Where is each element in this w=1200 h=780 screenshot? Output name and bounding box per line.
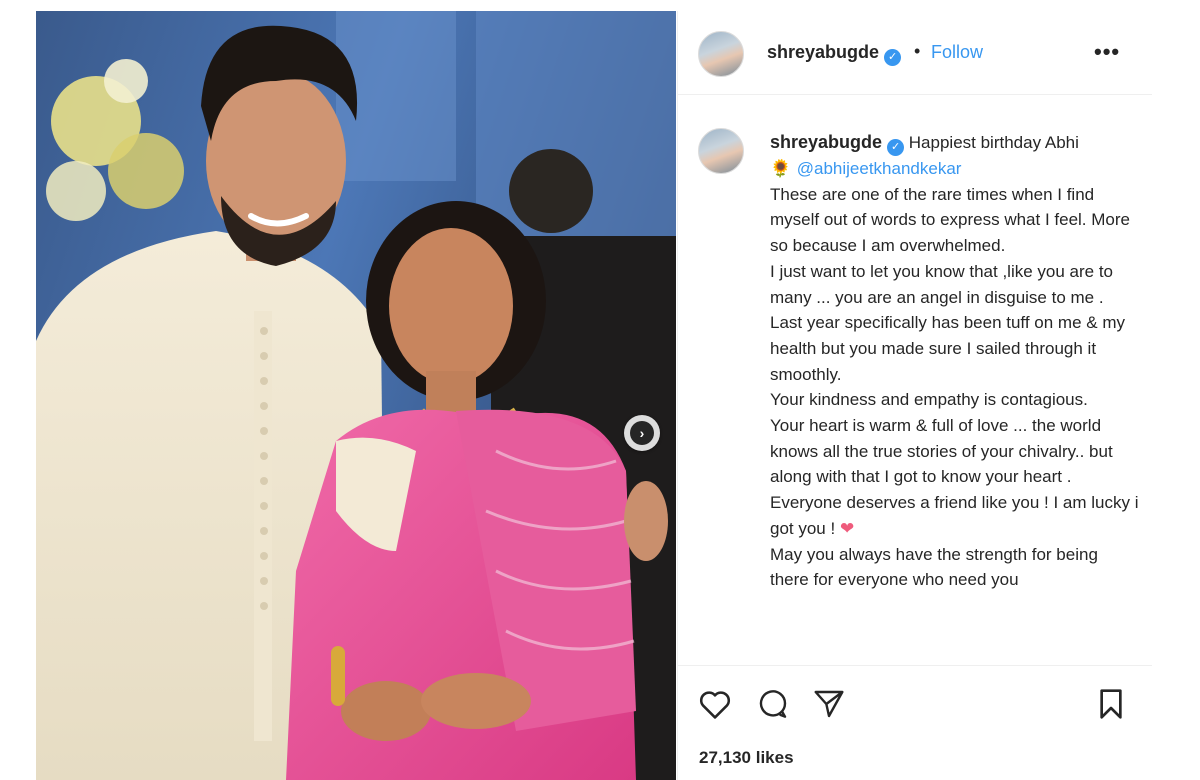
sunflower-emoji: 🌻 [770, 159, 792, 178]
post-side-panel: shreyabugde ✓ • Follow ••• shreyabugde ✓ H… [677, 11, 1152, 780]
bookmark-icon [1100, 689, 1122, 719]
chevron-right-icon: › [630, 421, 654, 445]
action-bar [678, 665, 1152, 725]
share-button[interactable] [812, 688, 846, 723]
username-text[interactable]: shreyabugde [767, 42, 879, 62]
heart-emoji: ❤ [839, 518, 855, 538]
caption-first-line: Happiest birthday Abhi [908, 133, 1079, 152]
more-options-icon[interactable]: ••• [1094, 39, 1120, 65]
follow-button[interactable]: Follow [931, 42, 983, 63]
verified-badge-icon: ✓ [887, 139, 905, 156]
post-photo[interactable] [36, 11, 676, 780]
comment-button[interactable] [756, 688, 790, 723]
likes-count[interactable]: 27,130 likes [699, 748, 794, 768]
caption-body: These are one of the rare times when I f… [770, 184, 1139, 538]
caption: shreyabugde ✓ Happiest birthday Abhi 🌻 @a… [770, 130, 1140, 593]
verified-badge-icon: ✓ [884, 49, 902, 66]
photo-illustration [36, 11, 676, 780]
separator-dot: • [914, 41, 921, 61]
send-icon [814, 690, 844, 718]
mention-link[interactable]: @abhijeetkhandkekar [797, 159, 962, 178]
caption-avatar[interactable] [698, 128, 744, 174]
heart-icon [700, 691, 730, 719]
caption-body-end: May you always have the strength for bei… [770, 544, 1098, 590]
comment-icon [759, 690, 787, 718]
next-photo-button[interactable]: › [624, 415, 660, 451]
like-button[interactable] [698, 688, 732, 723]
save-button[interactable] [1096, 688, 1126, 723]
caption-username[interactable]: shreyabugde ✓ [770, 132, 905, 156]
avatar[interactable] [698, 31, 744, 77]
header-username[interactable]: shreyabugde ✓ [767, 42, 902, 66]
post-header: shreyabugde ✓ • Follow ••• [678, 11, 1152, 95]
